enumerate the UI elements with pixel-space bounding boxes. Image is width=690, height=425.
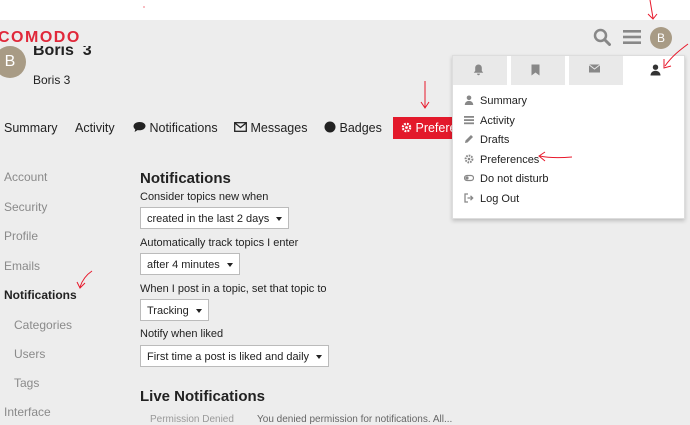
consider-new-value: created in the last 2 days [147, 213, 270, 225]
caret-down-icon [316, 355, 323, 360]
tab-badges-label: Badges [339, 121, 382, 135]
notify-liked-select[interactable]: First time a post is liked and daily [140, 345, 330, 367]
post-state-label: When I post in a topic, set that topic t… [140, 283, 327, 295]
profile-avatar: B [0, 46, 26, 78]
permission-denied-button[interactable]: Permission Denied [150, 414, 234, 425]
tab-badges[interactable]: Badges [324, 117, 382, 139]
tab-notifications-bell[interactable] [453, 56, 507, 85]
caret-down-icon [276, 217, 283, 222]
search-icon[interactable] [593, 28, 611, 46]
post-state-select[interactable]: Tracking [140, 299, 209, 321]
tab-bookmarks[interactable] [511, 56, 565, 85]
user-avatar-button[interactable]: B [650, 27, 672, 49]
tab-user-profile[interactable] [630, 56, 684, 85]
user-icon [650, 64, 661, 76]
tab-messages[interactable]: Messages [234, 117, 307, 139]
tab-activity[interactable]: Activity [75, 117, 115, 139]
hamburger-menu-icon[interactable] [623, 29, 641, 45]
menu-item-label: Activity [480, 115, 515, 127]
menu-item-label: Log Out [480, 193, 520, 205]
bookmark-icon [531, 64, 540, 76]
gear-icon [464, 154, 474, 164]
notifications-heading: Notifications [140, 170, 231, 187]
menu-item-label: Do not disturb [480, 173, 549, 185]
consider-new-label: Consider topics new when [140, 191, 269, 203]
bell-icon [473, 64, 484, 76]
tab-preferences-label: Preferences [415, 121, 455, 135]
user-menu-dropdown: Summary Activity Drafts Preferences Do n… [452, 55, 685, 219]
tab-summary[interactable]: Summary [4, 117, 57, 139]
sidebar-item-notifications[interactable]: Notifications [4, 288, 77, 302]
sidebar-item-emails[interactable]: Emails [4, 259, 40, 273]
caret-down-icon [226, 263, 233, 268]
user-menu-tabs [453, 56, 684, 85]
permission-denied-text: You denied permission for notifications.… [257, 414, 453, 425]
site-header [0, 20, 690, 56]
sidebar-item-security[interactable]: Security [4, 200, 47, 214]
envelope-icon [589, 64, 600, 73]
auto-track-label: Automatically track topics I enter [140, 237, 299, 249]
menu-item-label: Drafts [480, 134, 510, 146]
tab-messages-label: Messages [250, 121, 308, 135]
post-state-value: Tracking [147, 305, 189, 317]
menu-item-label: Summary [480, 95, 528, 107]
auto-track-value: after 4 minutes [147, 259, 220, 271]
sign-out-icon [464, 193, 474, 203]
menu-item-label: Preferences [480, 154, 540, 166]
envelope-icon [234, 122, 247, 132]
menu-item-log-out[interactable]: Log Out [464, 192, 519, 206]
site-logo[interactable]: COMODO [0, 29, 81, 47]
annotation-arrow-preferences-tab [420, 81, 430, 109]
sidebar-item-interface[interactable]: Interface [4, 405, 51, 419]
caret-down-icon [195, 309, 202, 314]
menu-item-summary[interactable]: Summary [464, 94, 527, 108]
gear-icon [401, 122, 412, 133]
tab-notifications-label: Notifications [149, 121, 218, 135]
tab-preferences[interactable]: Preferences [393, 117, 455, 139]
user-icon [464, 95, 474, 105]
top-strip [0, 0, 690, 20]
tab-notifications[interactable]: Notifications [133, 117, 218, 139]
sidebar-item-users[interactable]: Users [14, 347, 45, 361]
sidebar-item-tags[interactable]: Tags [14, 376, 39, 390]
menu-item-activity[interactable]: Activity [464, 114, 515, 128]
profile-username: Boris_3 [33, 46, 92, 56]
consider-new-select[interactable]: created in the last 2 days [140, 207, 290, 229]
menu-item-preferences[interactable]: Preferences [464, 153, 539, 167]
menu-item-do-not-disturb[interactable]: Do not disturb [464, 172, 548, 186]
sidebar-item-profile[interactable]: Profile [4, 229, 38, 243]
speech-bubble-icon [133, 122, 146, 132]
notify-liked-value: First time a post is liked and daily [147, 351, 310, 363]
pencil-icon [465, 135, 473, 143]
sidebar-item-categories[interactable]: Categories [14, 318, 72, 332]
tab-messages-envelope[interactable] [569, 56, 623, 85]
menu-item-drafts[interactable]: Drafts [464, 133, 509, 147]
notify-liked-label: Notify when liked [140, 328, 224, 340]
toggle-icon [464, 174, 474, 182]
annotation-arrow-notifications-side [76, 270, 93, 289]
list-icon [464, 116, 474, 125]
live-notifications-heading: Live Notifications [140, 388, 266, 405]
profile-full-name: Boris 3 [33, 73, 71, 87]
badge-icon [324, 121, 336, 133]
auto-track-select[interactable]: after 4 minutes [140, 253, 240, 275]
sidebar-item-account[interactable]: Account [4, 170, 47, 184]
